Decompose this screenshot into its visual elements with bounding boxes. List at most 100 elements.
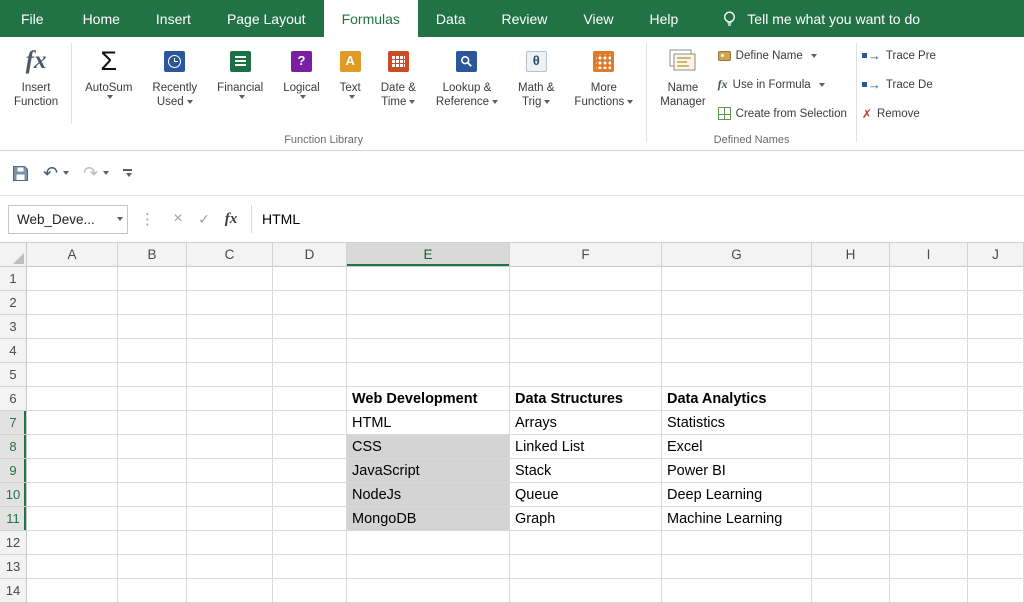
row-header-2[interactable]: 2 xyxy=(0,291,27,315)
cell-B14[interactable] xyxy=(118,579,187,603)
cell-G5[interactable] xyxy=(662,363,812,387)
more-functions-button[interactable]: More Functions xyxy=(564,37,643,132)
cell-C7[interactable] xyxy=(187,411,273,435)
cell-A7[interactable] xyxy=(27,411,118,435)
cell-G9[interactable]: Power BI xyxy=(662,459,812,483)
cell-B5[interactable] xyxy=(118,363,187,387)
cell-I2[interactable] xyxy=(890,291,968,315)
row-header-12[interactable]: 12 xyxy=(0,531,27,555)
column-header-J[interactable]: J xyxy=(968,243,1024,267)
cell-E14[interactable] xyxy=(347,579,510,603)
cell-H9[interactable] xyxy=(812,459,890,483)
tab-data[interactable]: Data xyxy=(418,0,484,37)
column-header-C[interactable]: C xyxy=(187,243,273,267)
remove-arrows-button[interactable]: ✗ Remove xyxy=(862,101,936,127)
date-time-button[interactable]: Date & Time xyxy=(371,37,426,132)
cell-F12[interactable] xyxy=(510,531,662,555)
cell-E11[interactable]: MongoDB xyxy=(347,507,510,531)
cell-D14[interactable] xyxy=(273,579,347,603)
cell-B6[interactable] xyxy=(118,387,187,411)
column-header-I[interactable]: I xyxy=(890,243,968,267)
column-header-D[interactable]: D xyxy=(273,243,347,267)
cell-A8[interactable] xyxy=(27,435,118,459)
cell-J2[interactable] xyxy=(968,291,1024,315)
define-name-button[interactable]: Define Name xyxy=(717,43,847,69)
cell-A11[interactable] xyxy=(27,507,118,531)
cell-H7[interactable] xyxy=(812,411,890,435)
cell-I11[interactable] xyxy=(890,507,968,531)
cell-B9[interactable] xyxy=(118,459,187,483)
cell-I6[interactable] xyxy=(890,387,968,411)
cell-F11[interactable]: Graph xyxy=(510,507,662,531)
cell-A12[interactable] xyxy=(27,531,118,555)
cell-H5[interactable] xyxy=(812,363,890,387)
cell-D10[interactable] xyxy=(273,483,347,507)
cell-F1[interactable] xyxy=(510,267,662,291)
cell-H10[interactable] xyxy=(812,483,890,507)
cell-E9[interactable]: JavaScript xyxy=(347,459,510,483)
save-button[interactable] xyxy=(12,165,29,182)
cell-J13[interactable] xyxy=(968,555,1024,579)
cell-I5[interactable] xyxy=(890,363,968,387)
undo-button[interactable]: ↶ xyxy=(43,164,70,182)
cell-B10[interactable] xyxy=(118,483,187,507)
math-trig-button[interactable]: θ Math & Trig xyxy=(508,37,564,132)
cell-F4[interactable] xyxy=(510,339,662,363)
cell-E5[interactable] xyxy=(347,363,510,387)
cell-H6[interactable] xyxy=(812,387,890,411)
cell-E12[interactable] xyxy=(347,531,510,555)
formula-bar-splitter[interactable]: ⋮ xyxy=(140,210,155,228)
column-header-A[interactable]: A xyxy=(27,243,118,267)
cell-G11[interactable]: Machine Learning xyxy=(662,507,812,531)
cell-H1[interactable] xyxy=(812,267,890,291)
cell-I10[interactable] xyxy=(890,483,968,507)
recently-used-button[interactable]: Recently Used xyxy=(142,37,207,132)
cell-F14[interactable] xyxy=(510,579,662,603)
cell-C2[interactable] xyxy=(187,291,273,315)
column-header-G[interactable]: G xyxy=(662,243,812,267)
cell-I8[interactable] xyxy=(890,435,968,459)
cell-C12[interactable] xyxy=(187,531,273,555)
cell-J9[interactable] xyxy=(968,459,1024,483)
cell-D7[interactable] xyxy=(273,411,347,435)
redo-button[interactable]: ↷ xyxy=(83,164,110,182)
cell-B7[interactable] xyxy=(118,411,187,435)
column-header-B[interactable]: B xyxy=(118,243,187,267)
name-box[interactable]: Web_Deve... xyxy=(8,204,128,234)
cell-C10[interactable] xyxy=(187,483,273,507)
cell-E3[interactable] xyxy=(347,315,510,339)
cell-A10[interactable] xyxy=(27,483,118,507)
cell-G13[interactable] xyxy=(662,555,812,579)
cell-D1[interactable] xyxy=(273,267,347,291)
cell-I12[interactable] xyxy=(890,531,968,555)
cell-C6[interactable] xyxy=(187,387,273,411)
insert-function-fx-button[interactable]: fx xyxy=(217,211,245,228)
cell-H3[interactable] xyxy=(812,315,890,339)
row-header-1[interactable]: 1 xyxy=(0,267,27,291)
create-from-selection-button[interactable]: Create from Selection xyxy=(717,101,847,127)
cell-C5[interactable] xyxy=(187,363,273,387)
cell-G7[interactable]: Statistics xyxy=(662,411,812,435)
cell-G3[interactable] xyxy=(662,315,812,339)
cell-C14[interactable] xyxy=(187,579,273,603)
cell-J14[interactable] xyxy=(968,579,1024,603)
row-header-13[interactable]: 13 xyxy=(0,555,27,579)
cell-G2[interactable] xyxy=(662,291,812,315)
column-header-H[interactable]: H xyxy=(812,243,890,267)
financial-button[interactable]: Financial xyxy=(207,37,273,132)
cell-I14[interactable] xyxy=(890,579,968,603)
cell-H4[interactable] xyxy=(812,339,890,363)
cell-D4[interactable] xyxy=(273,339,347,363)
cell-G10[interactable]: Deep Learning xyxy=(662,483,812,507)
cell-G12[interactable] xyxy=(662,531,812,555)
select-all-corner[interactable] xyxy=(0,243,27,267)
cell-D11[interactable] xyxy=(273,507,347,531)
cell-A4[interactable] xyxy=(27,339,118,363)
row-header-11[interactable]: 11 xyxy=(0,507,27,531)
cell-I1[interactable] xyxy=(890,267,968,291)
cell-G1[interactable] xyxy=(662,267,812,291)
cell-J12[interactable] xyxy=(968,531,1024,555)
cell-C8[interactable] xyxy=(187,435,273,459)
name-manager-button[interactable]: Name Manager xyxy=(650,37,715,132)
cell-E6[interactable]: Web Development xyxy=(347,387,510,411)
